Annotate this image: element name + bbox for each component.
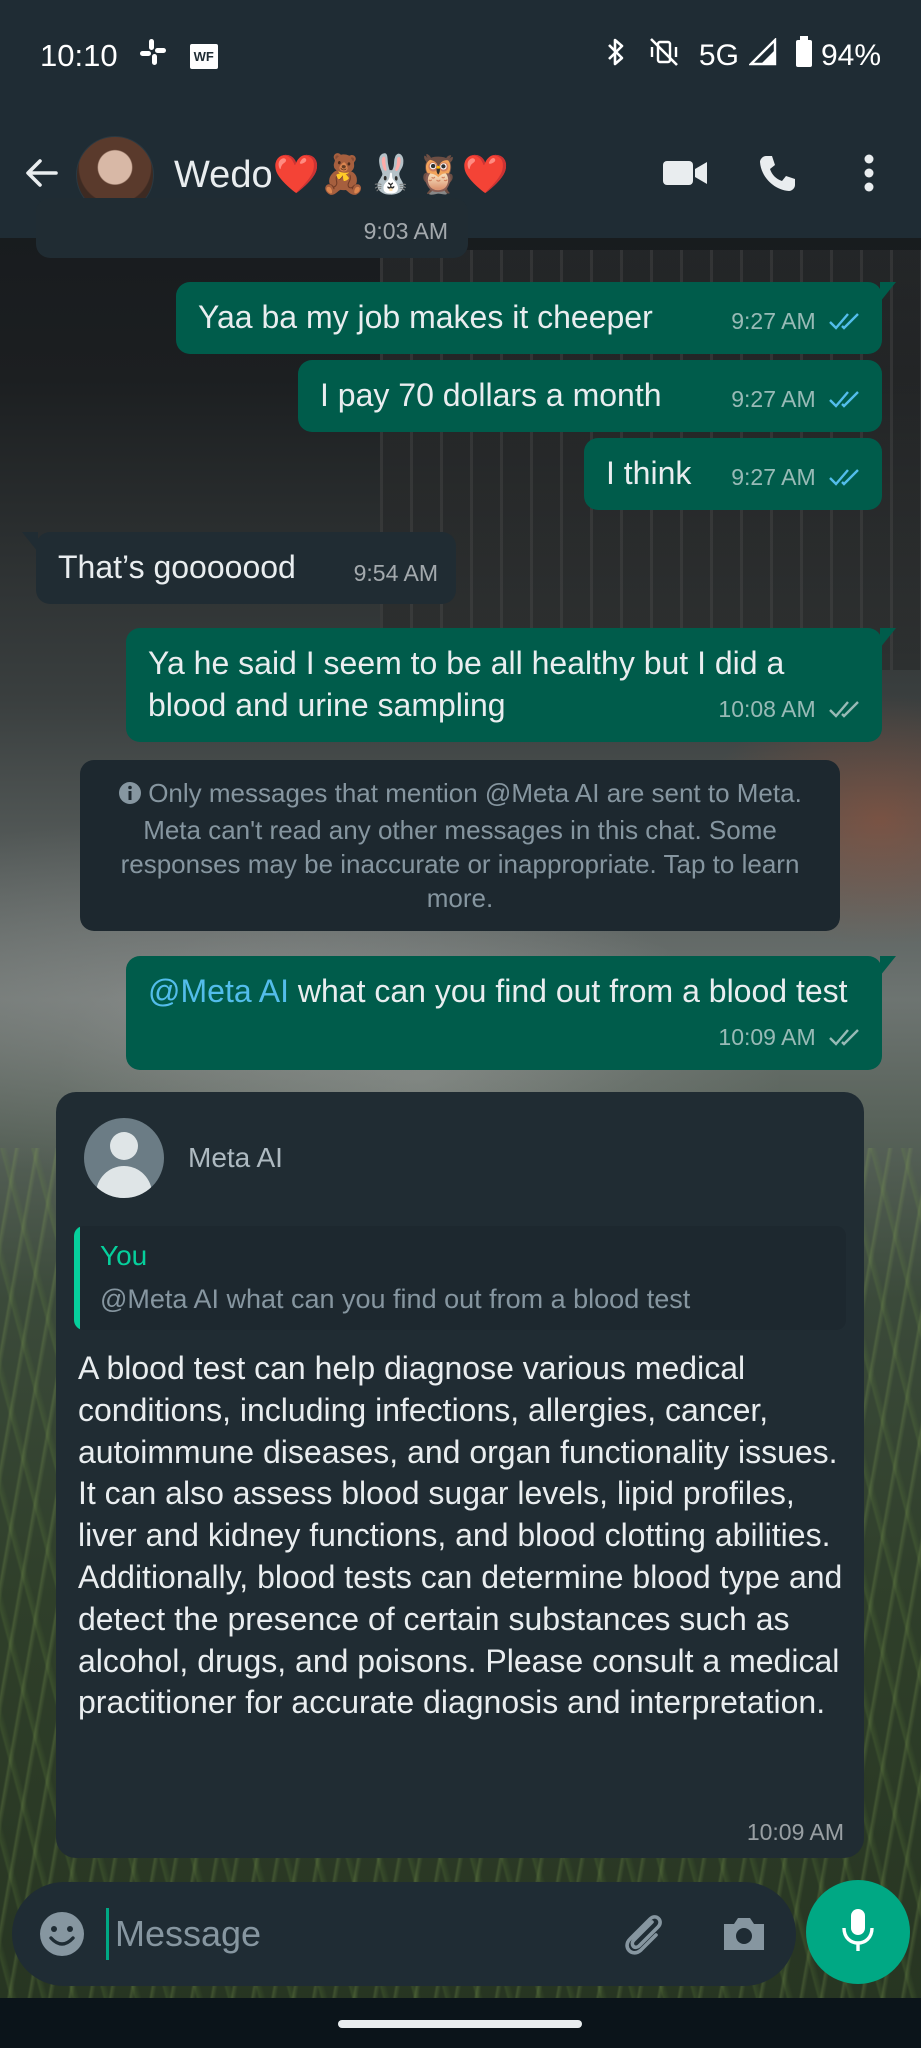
video-call-button[interactable] <box>645 135 725 215</box>
message-bubble-incoming[interactable]: 9:03 AM <box>36 198 468 258</box>
paperclip-icon <box>614 1915 674 1968</box>
meta-ai-sender-name[interactable]: Meta AI <box>188 1142 283 1174</box>
battery-icon <box>795 36 813 76</box>
quote-author: You <box>100 1240 148 1271</box>
quoted-message[interactable]: You @Meta AI what can you find out from … <box>74 1226 846 1330</box>
message-text: Yaa ba my job makes it cheeper <box>198 299 653 335</box>
message-text: That’s gooooood <box>58 549 296 585</box>
meta-ai-avatar[interactable] <box>84 1118 164 1198</box>
message-bubble-incoming[interactable]: That’s gooooood 9:54 AM <box>22 532 456 604</box>
voice-message-button[interactable] <box>806 1880 910 1984</box>
system-nav-bar <box>0 1998 921 2048</box>
back-button[interactable] <box>14 147 70 203</box>
bluetooth-icon <box>603 36 629 76</box>
work-profile-badge: WF <box>189 43 218 69</box>
double-check-read-icon <box>828 380 864 422</box>
home-indicator[interactable] <box>338 2020 582 2028</box>
voice-call-button[interactable] <box>737 135 817 215</box>
composer <box>0 1878 921 1998</box>
video-call-icon <box>661 157 709 194</box>
phone-icon <box>757 153 797 198</box>
message-list[interactable]: 9:03 AM Yaa ba my job makes it cheeper 9… <box>0 198 921 1878</box>
message-bubble-outgoing[interactable]: I think 9:27 AM <box>584 438 882 510</box>
attach-button[interactable] <box>614 1904 674 1964</box>
message-bubble-outgoing[interactable]: Ya he said I seem to be all healthy but … <box>126 628 896 742</box>
double-check-delivered-icon <box>828 1018 864 1060</box>
slack-icon <box>138 37 168 75</box>
vibrate-off-icon <box>647 35 681 77</box>
message-text: I think <box>606 455 692 491</box>
message-input-container <box>12 1882 796 1986</box>
message-bubble-outgoing[interactable]: I pay 70 dollars a month 9:27 AM <box>298 360 882 432</box>
message-time: 9:27 AM <box>731 308 816 335</box>
meta-ai-privacy-notice[interactable]: Only messages that mention @Meta AI are … <box>80 760 840 931</box>
signal-icon <box>748 37 777 74</box>
more-options-button[interactable] <box>829 135 909 215</box>
message-bubble-outgoing[interactable]: Yaa ba my job makes it cheeper 9:27 AM <box>176 282 896 354</box>
microphone-icon <box>838 1906 878 1959</box>
message-time: 9:27 AM <box>731 464 816 491</box>
message-time: 9:27 AM <box>731 386 816 413</box>
message-time: 10:09 AM <box>746 1819 844 1845</box>
double-check-read-icon <box>828 458 864 500</box>
message-input[interactable] <box>106 1908 606 1960</box>
info-icon <box>118 779 142 813</box>
more-vertical-icon <box>863 153 875 198</box>
status-time: 10:10 <box>40 38 118 73</box>
emoji-button[interactable] <box>34 1906 90 1962</box>
message-text: I pay 70 dollars a month <box>320 377 662 413</box>
double-check-delivered-icon <box>828 690 864 732</box>
contact-name[interactable]: Wedo❤️🧸🐰🦉❤️ <box>174 153 509 197</box>
message-bubble-outgoing[interactable]: @Meta AI what can you find out from a bl… <box>126 956 896 1070</box>
meta-ai-reply-card[interactable]: Meta AI You @Meta AI what can you find o… <box>56 1092 864 1858</box>
camera-button[interactable] <box>714 1904 774 1964</box>
message-time: 9:54 AM <box>353 560 438 586</box>
message-time: 10:08 AM <box>718 696 816 723</box>
message-text: what can you find out from a blood test <box>288 973 848 1009</box>
emoji-icon <box>34 1912 90 1966</box>
double-check-read-icon <box>828 302 864 344</box>
battery-percent: 94% <box>820 39 881 72</box>
message-time: 10:09 AM <box>718 1024 816 1051</box>
quote-text: @Meta AI what can you find out from a bl… <box>100 1284 691 1314</box>
message-time: 9:03 AM <box>363 218 448 244</box>
status-bar: 10:10 WF 5G 94% <box>0 0 921 112</box>
network-type: 5G <box>698 39 739 72</box>
meta-ai-reply-text: A blood test can help diagnose various m… <box>78 1350 843 1721</box>
camera-icon <box>714 1918 774 1968</box>
notice-text: Only messages that mention @Meta AI are … <box>120 778 802 913</box>
arrow-left-icon <box>22 153 62 198</box>
mention-meta-ai[interactable]: @Meta AI <box>148 973 289 1009</box>
